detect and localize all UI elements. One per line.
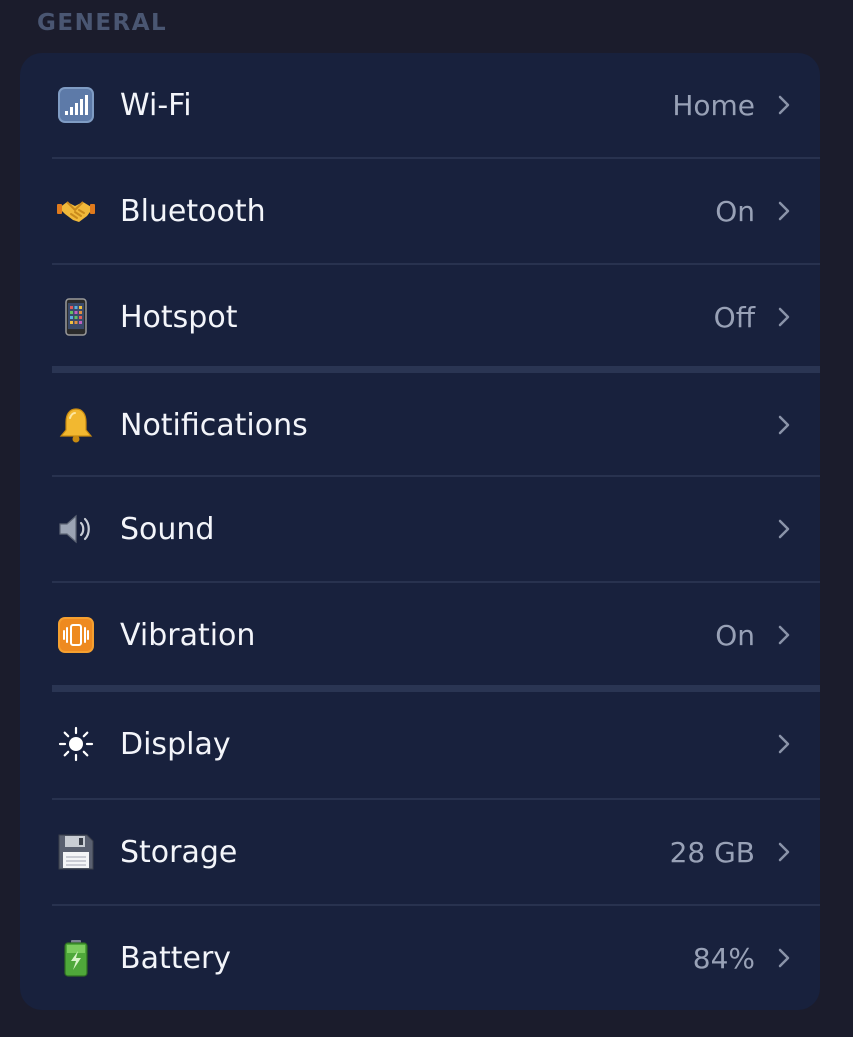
- chevron-right-icon: [776, 624, 792, 646]
- group-divider: [52, 366, 820, 373]
- sun-icon: [57, 725, 95, 763]
- settings-row-value: Off: [713, 300, 755, 334]
- settings-row-wifi[interactable]: Wi-Fi Home: [20, 53, 820, 157]
- settings-row-sound[interactable]: Sound: [20, 477, 820, 581]
- chevron-right-icon: [776, 733, 792, 755]
- battery-icon: [57, 939, 95, 977]
- vibration-icon: [57, 616, 95, 654]
- phone-icon: [57, 298, 95, 336]
- settings-row-label: Notifications: [120, 407, 308, 443]
- settings-row-storage[interactable]: Storage 28 GB: [20, 800, 820, 904]
- settings-row-value: On: [715, 618, 755, 652]
- chevron-right-icon: [776, 306, 792, 328]
- settings-row-display[interactable]: Display: [20, 692, 820, 796]
- chevron-right-icon: [776, 94, 792, 116]
- settings-row-value: 28 GB: [669, 835, 755, 869]
- wifi-signal-icon: [57, 86, 95, 124]
- settings-row-hotspot[interactable]: Hotspot Off: [20, 265, 820, 369]
- settings-row-label: Battery: [120, 940, 232, 976]
- settings-row-label: Hotspot: [120, 299, 238, 335]
- speaker-icon: [57, 510, 95, 548]
- settings-row-label: Wi-Fi: [120, 87, 192, 123]
- section-header-general: GENERAL: [37, 10, 168, 36]
- settings-row-battery[interactable]: Battery 84%: [20, 906, 820, 1010]
- floppy-disk-icon: [57, 833, 95, 871]
- settings-row-bluetooth[interactable]: Bluetooth On: [20, 159, 820, 263]
- chevron-right-icon: [776, 947, 792, 969]
- chevron-right-icon: [776, 414, 792, 436]
- settings-row-label: Vibration: [120, 617, 256, 653]
- settings-row-label: Storage: [120, 834, 238, 870]
- settings-row-label: Display: [120, 726, 231, 762]
- chevron-right-icon: [776, 841, 792, 863]
- bell-icon: [57, 406, 95, 444]
- chevron-right-icon: [776, 200, 792, 222]
- settings-row-label: Bluetooth: [120, 193, 266, 229]
- settings-row-notifications[interactable]: Notifications: [20, 373, 820, 477]
- settings-row-vibration[interactable]: Vibration On: [20, 583, 820, 687]
- settings-row-value: On: [715, 194, 755, 228]
- chevron-right-icon: [776, 518, 792, 540]
- settings-row-value: Home: [672, 88, 755, 122]
- settings-row-value: 84%: [692, 941, 755, 975]
- settings-card: Wi-Fi Home Bluetooth On Hotspot Off Noti…: [20, 53, 820, 1010]
- settings-row-label: Sound: [120, 511, 215, 547]
- group-divider: [52, 685, 820, 692]
- handshake-icon: [57, 192, 95, 230]
